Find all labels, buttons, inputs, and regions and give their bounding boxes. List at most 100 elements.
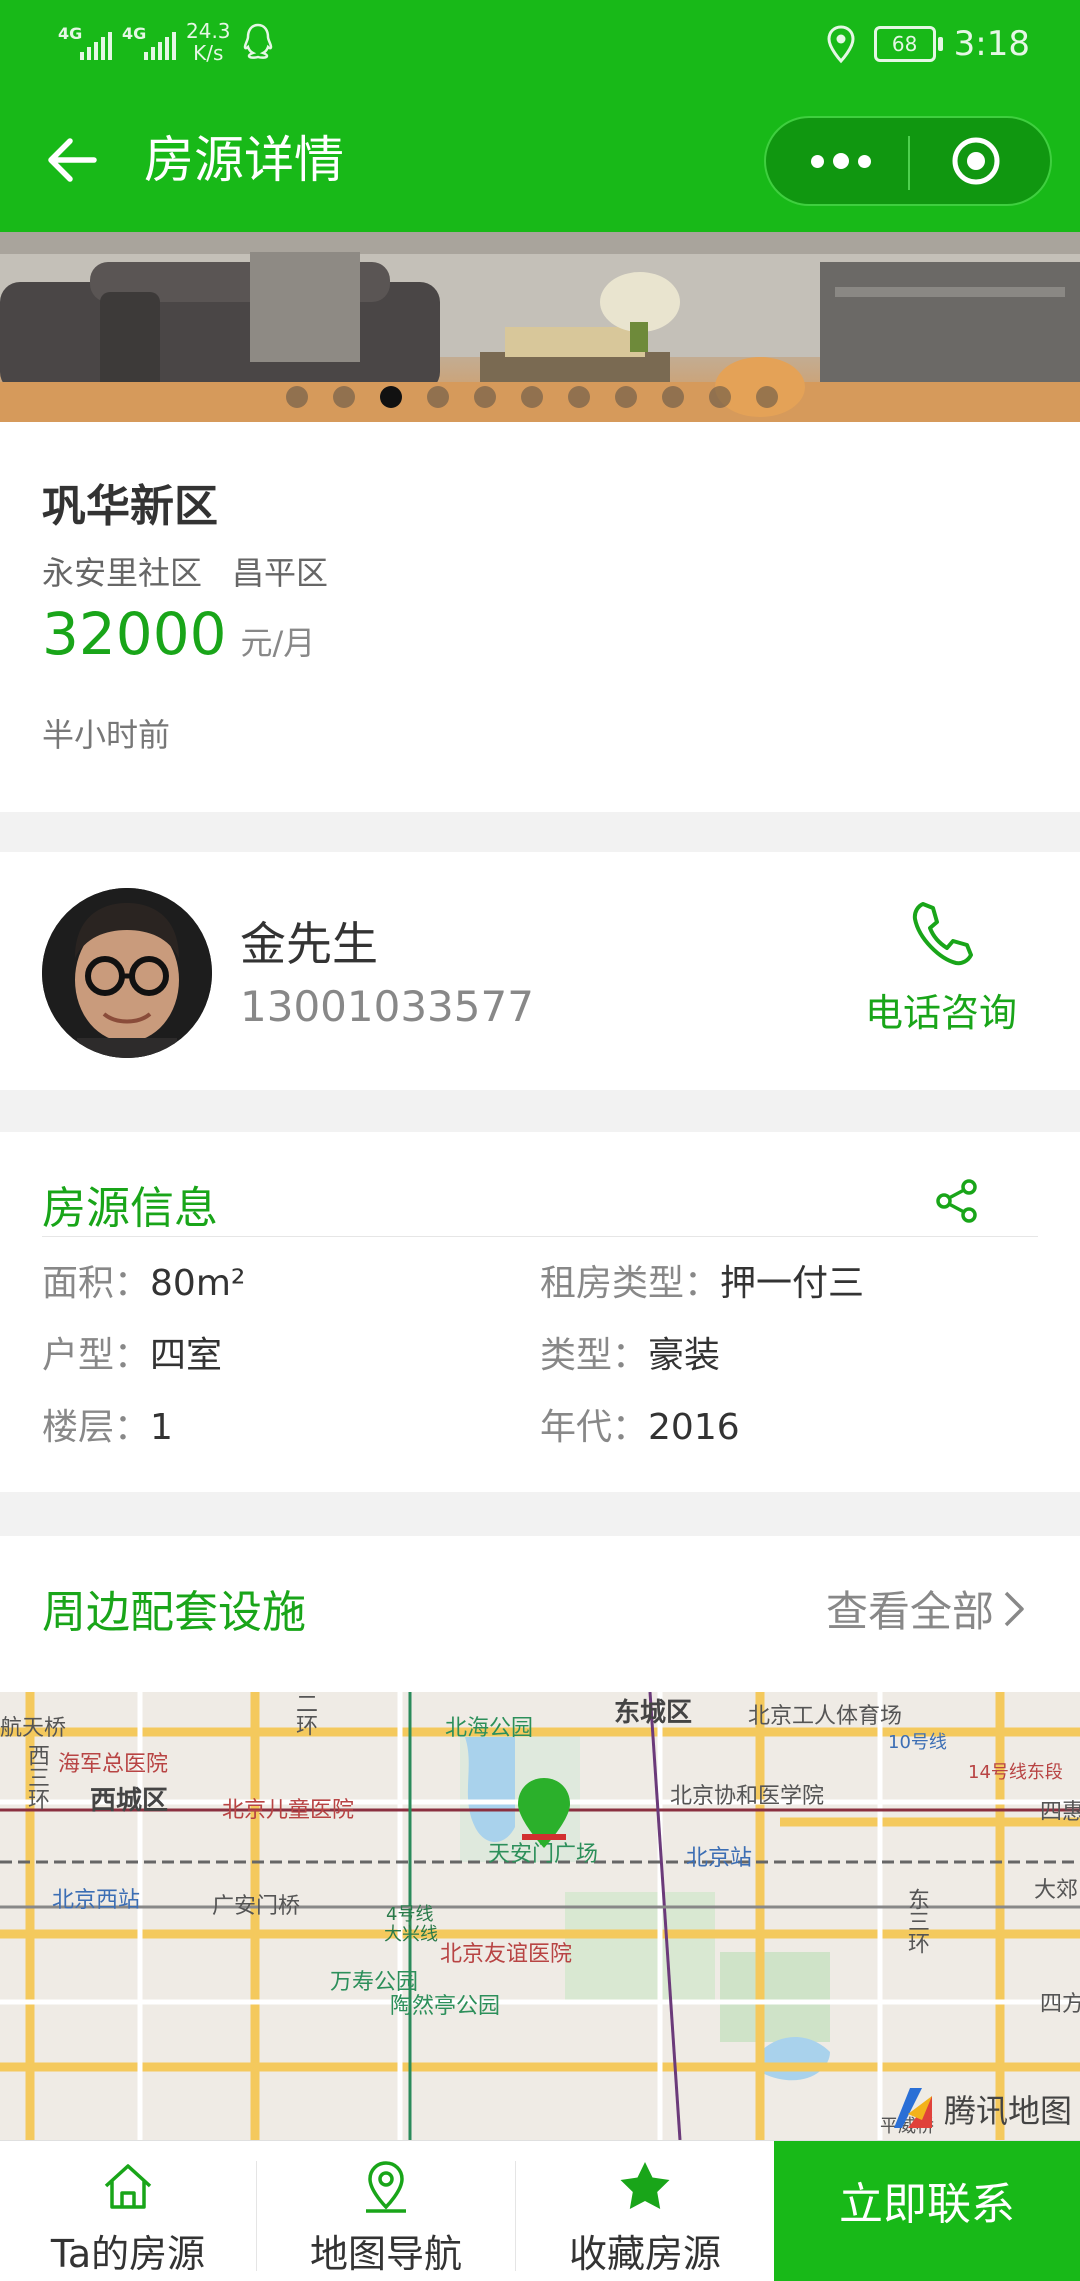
carousel-dot-active[interactable]: [380, 386, 402, 408]
map-label: 西三环: [24, 1744, 49, 1810]
info-value: 80m²: [150, 1263, 246, 1304]
section-title: 房源信息: [42, 1183, 218, 1234]
map-label: 东三环: [904, 1888, 929, 1954]
carousel-dot[interactable]: [756, 386, 778, 408]
info-label: 面积：: [42, 1263, 151, 1304]
map-label: 航天桥: [0, 1716, 67, 1741]
map-label: 海军总医院: [58, 1752, 169, 1777]
map-label: 大郊: [1034, 1878, 1079, 1903]
map-label: 二环: [292, 1692, 317, 1736]
map-view[interactable]: 航天桥 西三环 海军总医院 西城区 北京儿童医院 北海公园 东城区 北京工人体育…: [0, 1692, 1080, 2140]
image-carousel[interactable]: [0, 232, 1080, 422]
carousel-dot[interactable]: [615, 386, 637, 408]
carousel-dot[interactable]: [568, 386, 590, 408]
agent-card: 金先生 13001033577 电话咨询: [0, 852, 1080, 1090]
map-label: 四方: [1040, 1992, 1080, 2017]
info-label: 租房类型：: [540, 1263, 721, 1304]
call-button[interactable]: 电话咨询: [856, 898, 1026, 1038]
carousel-dot[interactable]: [521, 386, 543, 408]
share-icon[interactable]: [934, 1178, 980, 1224]
map-label: 北京西站: [52, 1888, 141, 1913]
see-all-label: 查看全部: [825, 1587, 994, 1636]
signal-icon: 4G: [122, 20, 176, 64]
network-type: 4G: [58, 24, 83, 43]
map-label: 广安门桥: [212, 1894, 301, 1919]
map-label: 北京儿童医院: [222, 1798, 355, 1823]
map-pin-icon[interactable]: [514, 1776, 574, 1856]
location-pin-icon: [366, 2161, 406, 2213]
phone-icon: [912, 902, 973, 966]
info-value: 豪装: [648, 1335, 721, 1376]
agent-phone: 13001033577: [240, 982, 534, 1031]
tab-map-navigation[interactable]: 地图导航: [258, 2141, 514, 2281]
qq-icon: [243, 23, 272, 59]
nav-bar: 房源详情: [0, 90, 1080, 232]
info-rent-type: 租房类型：押一付三: [540, 1254, 864, 1306]
tencent-map-icon: [893, 2088, 932, 2128]
page-title: 房源详情: [144, 131, 344, 189]
map-label: 陶然亭公园: [390, 1994, 501, 2019]
carousel-dot[interactable]: [286, 386, 308, 408]
chevron-right-icon: [1004, 1591, 1024, 1626]
bottom-tab-bar: Ta的房源 地图导航 收藏房源 立即联系: [0, 2140, 1080, 2281]
house-info: 房源信息 面积：80m² 租房类型：押一付三 户型：四室 类型：豪装 楼层：1 …: [0, 1132, 1080, 1492]
info-value: 四室: [150, 1335, 223, 1376]
speed-value: 24.3: [186, 19, 231, 43]
avatar: [42, 888, 212, 1058]
close-target-icon[interactable]: [950, 135, 1002, 187]
info-label: 年代：: [540, 1407, 649, 1448]
see-all-link[interactable]: 查看全部: [826, 1578, 1026, 1639]
info-value: 2016: [648, 1407, 740, 1448]
price-unit: 元/月: [240, 624, 316, 662]
price-value: 32000: [42, 600, 227, 668]
tab-favorite[interactable]: 收藏房源: [517, 2141, 773, 2281]
clock: 3:18: [953, 24, 1030, 64]
house-name: 巩华新区: [42, 481, 218, 532]
star-icon: [620, 2162, 670, 2209]
carousel-dot[interactable]: [427, 386, 449, 408]
divider: [42, 1236, 1038, 1237]
map-label: 10号线: [888, 1732, 947, 1753]
network-type: 4G: [122, 24, 147, 43]
info-label: 类型：: [540, 1335, 649, 1376]
status-bar: 4G 4G 24.3 K/s 68 3:18: [0, 0, 1080, 90]
info-value: 押一付三: [720, 1263, 865, 1304]
carousel-dot[interactable]: [333, 386, 355, 408]
signal-icon: 4G: [58, 20, 112, 64]
battery-indicator: 68: [873, 26, 943, 62]
call-label: 电话咨询: [864, 991, 1017, 1035]
house-price: 32000 元/月: [42, 600, 315, 668]
network-speed: 24.3 K/s: [186, 20, 231, 64]
info-label: 楼层：: [42, 1407, 151, 1448]
miniprogram-capsule: [764, 116, 1052, 206]
home-icon: [104, 2164, 152, 2209]
carousel-indicators: [286, 386, 778, 408]
map-provider-name: 腾讯地图: [943, 2092, 1072, 2130]
info-floor: 楼层：1: [42, 1398, 173, 1450]
carousel-dot[interactable]: [709, 386, 731, 408]
info-value: 1: [150, 1407, 173, 1448]
info-year: 年代：2016: [540, 1398, 740, 1450]
map-label: 东城区: [614, 1698, 693, 1728]
location-icon: [827, 25, 855, 64]
map-label: 北京工人体育场: [748, 1704, 903, 1729]
map-label: 14号线东段: [968, 1762, 1063, 1783]
back-arrow-icon[interactable]: [44, 132, 100, 188]
more-icon[interactable]: [806, 118, 876, 204]
tab-label: 收藏房源: [568, 2232, 721, 2276]
district-name: 昌平区: [232, 554, 329, 592]
map-label: 大兴线: [384, 1924, 438, 1945]
map-label: 北京站: [686, 1846, 753, 1871]
community-name: 永安里社区: [42, 554, 203, 592]
info-decor: 类型：豪装: [540, 1326, 720, 1378]
map-label: 北京协和医学院: [670, 1784, 825, 1809]
carousel-dot[interactable]: [474, 386, 496, 408]
posted-time: 半小时前: [42, 716, 171, 754]
speed-unit: K/s: [193, 41, 224, 65]
agent-name: 金先生: [240, 917, 378, 971]
tab-label: 地图导航: [309, 2232, 462, 2276]
carousel-dot[interactable]: [662, 386, 684, 408]
tab-my-houses[interactable]: Ta的房源: [0, 2141, 256, 2281]
contact-now-button[interactable]: 立即联系: [774, 2141, 1080, 2281]
house-summary: 巩华新区 永安里社区 昌平区 32000 元/月 半小时前: [0, 422, 1080, 812]
